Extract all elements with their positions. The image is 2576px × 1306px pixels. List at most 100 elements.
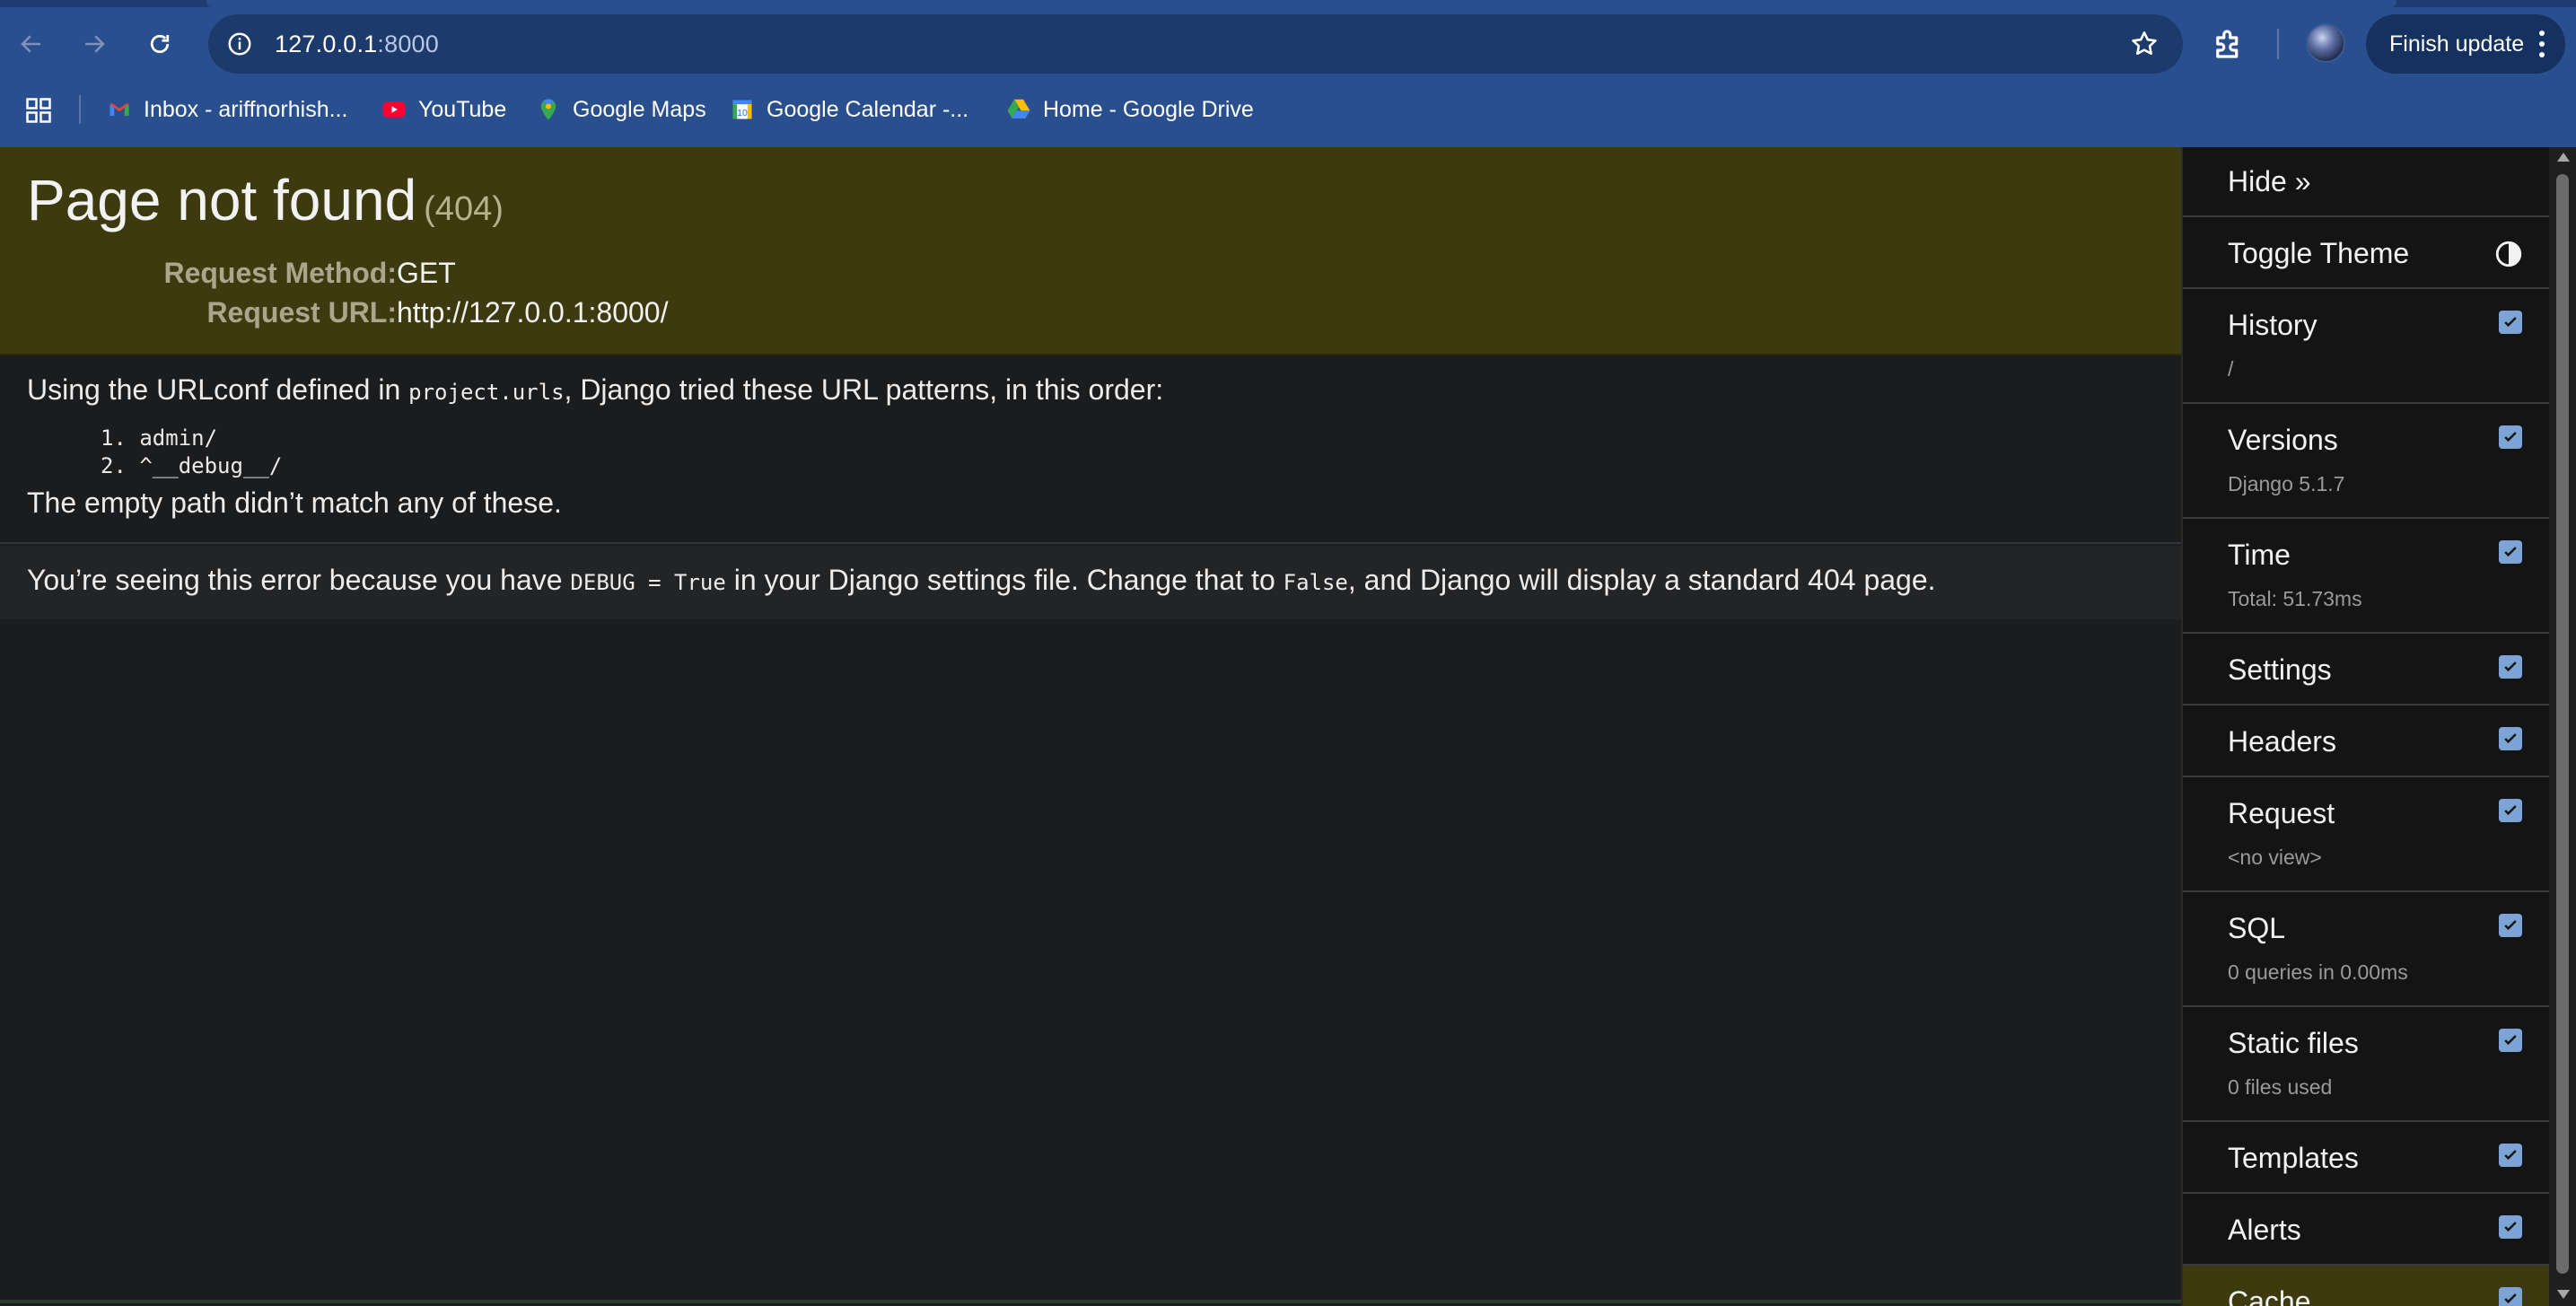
hide-label: Hide »: [2228, 165, 2311, 197]
arrow-right-icon: [85, 35, 105, 53]
panel-checkbox[interactable]: [2499, 1144, 2522, 1167]
url-host: 127.0.0.1: [275, 31, 378, 57]
urlconf-module: project.urls: [408, 380, 565, 405]
panel-history[interactable]: History /: [2183, 289, 2551, 404]
urlconf-text-after: , Django tried these URL patterns, in th…: [564, 373, 1164, 406]
panel-label: SQL: [2228, 912, 2286, 944]
bookmark-label: Inbox - ariffnorhish...: [144, 96, 348, 122]
check-icon: [2504, 1150, 2517, 1161]
bookmark-label: Google Maps: [573, 96, 706, 122]
check-icon: [2504, 1222, 2517, 1232]
back-button[interactable]: [11, 23, 52, 65]
panel-label: History: [2228, 309, 2318, 341]
bookmark-google-maps[interactable]: Google Maps: [535, 93, 706, 126]
explanation-text: You’re seeing this error because you hav…: [27, 564, 1936, 597]
google-calendar-icon: 10: [729, 96, 756, 123]
bookmark-gmail[interactable]: Inbox - ariffnorhish...: [106, 93, 347, 126]
panel-subtitle: 0 files used: [2228, 1075, 2333, 1099]
panel-request[interactable]: Request <no view>: [2183, 777, 2551, 892]
finish-update-label: Finish update: [2389, 31, 2525, 57]
panel-static-files[interactable]: Static files 0 files used: [2183, 1007, 2551, 1122]
no-match-text: The empty path didn’t match any of these…: [27, 486, 562, 519]
panel-versions[interactable]: Versions Django 5.1.7: [2183, 404, 2551, 519]
toolbar-divider: [2277, 29, 2279, 59]
panel-sql[interactable]: SQL 0 queries in 0.00ms: [2183, 892, 2551, 1007]
theme-contrast-icon: [2495, 241, 2522, 267]
panel-checkbox[interactable]: [2499, 1215, 2522, 1239]
forward-button[interactable]: [74, 23, 115, 65]
page-title: Page not found (404): [27, 167, 504, 233]
page-content: Page not found (404) Request Method: GET …: [0, 147, 2181, 1306]
panel-checkbox[interactable]: [2499, 655, 2522, 679]
panel-templates[interactable]: Templates: [2183, 1122, 2551, 1194]
request-method-row: Request Method: GET: [27, 257, 1104, 296]
hide-toolbar-button[interactable]: Hide »: [2183, 147, 2551, 217]
panel-checkbox[interactable]: [2499, 425, 2522, 449]
bookmark-google-drive[interactable]: Home - Google Drive: [1005, 93, 1254, 126]
panel-checkbox[interactable]: [2499, 799, 2522, 822]
panel-subtitle: Django 5.1.7: [2228, 472, 2345, 495]
panel-label: Alerts: [2228, 1214, 2301, 1246]
scroll-thumb[interactable]: [2556, 174, 2569, 1274]
panel-label: Cache: [2228, 1285, 2311, 1306]
panel-subtitle: /: [2228, 357, 2234, 381]
urlconf-text-before: Using the URLconf defined in: [27, 373, 409, 406]
check-icon: [2504, 547, 2517, 557]
panel-checkbox[interactable]: [2499, 914, 2522, 937]
bookmark-star-icon[interactable]: [2129, 29, 2160, 59]
panel-subtitle: <no view>: [2228, 846, 2322, 869]
panel-checkbox[interactable]: [2499, 311, 2522, 334]
apps-grid-icon[interactable]: [25, 97, 52, 124]
panel-subtitle: Total: 51.73ms: [2228, 587, 2362, 610]
google-maps-icon: [535, 96, 562, 123]
gmail-icon: [106, 96, 133, 123]
panel-cache[interactable]: Cache: [2183, 1266, 2551, 1306]
panel-headers[interactable]: Headers: [2183, 706, 2551, 777]
svg-text:10: 10: [737, 108, 748, 118]
panel-checkbox[interactable]: [2499, 1029, 2522, 1052]
vertical-scrollbar[interactable]: [2549, 147, 2576, 1306]
panel-label: Headers: [2228, 725, 2336, 758]
profile-avatar[interactable]: [2306, 23, 2345, 63]
status-code: (404): [424, 190, 504, 228]
bookmarks-divider: [79, 95, 81, 124]
site-info-icon[interactable]: [223, 27, 257, 61]
scroll-down-arrow-icon[interactable]: [2557, 1290, 2570, 1299]
check-icon: [2504, 920, 2517, 931]
check-icon: [2504, 317, 2517, 328]
toggle-theme-button[interactable]: Toggle Theme: [2183, 217, 2551, 289]
arrow-left-icon: [21, 35, 40, 53]
panel-alerts[interactable]: Alerts: [2183, 1194, 2551, 1266]
panel-label: Templates: [2228, 1142, 2359, 1174]
request-method-label: Request Method:: [163, 257, 397, 289]
check-icon: [2504, 805, 2517, 816]
panel-checkbox[interactable]: [2499, 727, 2522, 750]
panel-label: Versions: [2228, 424, 2338, 456]
bookmark-label: YouTube: [418, 96, 507, 122]
scroll-up-arrow-icon[interactable]: [2557, 153, 2570, 162]
panel-checkbox[interactable]: [2499, 540, 2522, 564]
reload-icon: [150, 34, 170, 54]
url-patterns-info: Using the URLconf defined in project.url…: [0, 357, 2181, 544]
address-bar[interactable]: 127.0.0.1:8000: [208, 14, 2183, 74]
explain-part-1: You’re seeing this error because you hav…: [27, 564, 571, 596]
panel-checkbox[interactable]: [2499, 1287, 2522, 1306]
request-url-label: Request URL:: [206, 296, 397, 329]
page-title-text: Page not found: [27, 168, 417, 232]
extensions-icon[interactable]: [2210, 25, 2247, 63]
panel-settings[interactable]: Settings: [2183, 634, 2551, 706]
url-text[interactable]: 127.0.0.1:8000: [275, 31, 439, 58]
finish-update-button[interactable]: Finish update: [2366, 14, 2565, 74]
bookmark-youtube[interactable]: YouTube: [381, 93, 506, 126]
error-summary: Page not found (404) Request Method: GET …: [0, 147, 2181, 355]
check-icon: [2504, 733, 2517, 744]
request-url-value: http://127.0.0.1:8000/: [397, 296, 669, 329]
debug-toolbar: Hide » Toggle Theme History / Versions D…: [2181, 147, 2551, 1306]
more-menu-icon: [2538, 31, 2545, 57]
panel-time[interactable]: Time Total: 51.73ms: [2183, 519, 2551, 634]
check-icon: [2504, 1293, 2517, 1304]
bookmark-google-calendar[interactable]: 10 Google Calendar -...: [729, 93, 968, 126]
check-icon: [2504, 432, 2517, 443]
panel-subtitle: 0 queries in 0.00ms: [2228, 960, 2408, 984]
reload-button[interactable]: [139, 23, 180, 65]
